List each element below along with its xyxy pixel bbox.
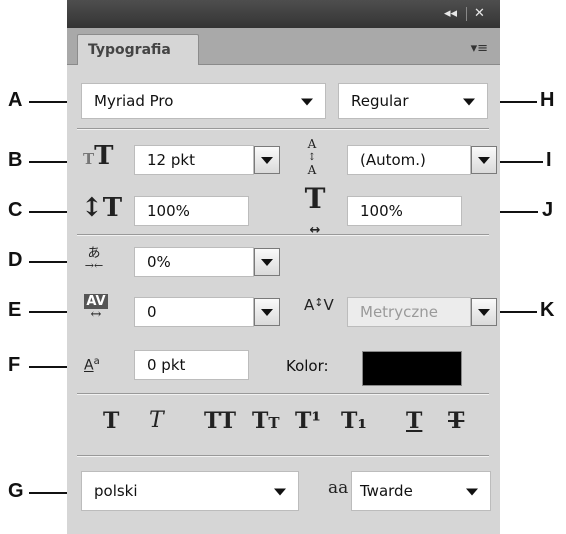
language-dropdown[interactable]: polski xyxy=(81,471,299,511)
collapse-icon[interactable]: ◂◂ xyxy=(444,6,457,21)
divider xyxy=(77,234,489,236)
baseline-shift-value: 0 pkt xyxy=(147,356,186,374)
leading-field[interactable]: (Autom.) xyxy=(347,145,471,175)
font-size-dropdown-button[interactable] xyxy=(254,146,280,174)
tsume-field[interactable]: 0% xyxy=(134,247,254,277)
color-swatch[interactable] xyxy=(362,351,462,386)
tracking-icon: AV ↔ xyxy=(84,294,108,322)
superscript-button[interactable]: T¹ xyxy=(295,408,321,434)
font-family-value: Myriad Pro xyxy=(94,92,174,110)
strikethrough-button[interactable]: T xyxy=(448,408,464,434)
kerning-dropdown-button[interactable] xyxy=(471,298,497,326)
callout-h: H xyxy=(540,89,555,111)
tab-label: Typografia xyxy=(88,42,171,58)
baseline-shift-field[interactable]: 0 pkt xyxy=(134,350,249,380)
kerning-field[interactable]: Metryczne xyxy=(347,297,471,327)
titlebar-divider xyxy=(466,7,467,21)
vertical-scale-field[interactable]: 100% xyxy=(134,196,249,226)
color-label: Kolor: xyxy=(286,357,329,375)
chevron-down-icon xyxy=(261,309,273,316)
tsume-dropdown-button[interactable] xyxy=(254,248,280,276)
leading-dropdown-button[interactable] xyxy=(471,146,497,174)
font-family-dropdown[interactable]: Myriad Pro xyxy=(81,83,326,119)
font-size-value: 12 pkt xyxy=(147,151,195,169)
faux-italic-button[interactable]: T xyxy=(149,408,164,433)
language-value: polski xyxy=(94,482,138,500)
callout-c: C xyxy=(8,199,23,221)
font-style-dropdown[interactable]: Regular xyxy=(338,83,488,119)
tsume-value: 0% xyxy=(147,253,171,271)
callout-f: F xyxy=(8,354,21,376)
tsume-icon: あ →← xyxy=(84,246,104,272)
horizontal-scale-value: 100% xyxy=(360,202,403,220)
panel-menu-icon[interactable]: ▾≡ xyxy=(471,41,488,56)
horizontal-scale-field[interactable]: 100% xyxy=(347,196,462,226)
subscript-button[interactable]: T₁ xyxy=(341,408,367,434)
small-caps-button[interactable]: TT xyxy=(252,408,280,434)
baseline-shift-icon: Aa xyxy=(84,356,100,374)
tracking-dropdown-button[interactable] xyxy=(254,298,280,326)
chevron-down-icon xyxy=(478,309,490,316)
callout-g: G xyxy=(8,480,24,502)
callout-k: K xyxy=(540,299,555,321)
chevron-down-icon xyxy=(274,488,286,496)
callout-line-i xyxy=(497,161,543,163)
tab-bar: Typografia ▾≡ xyxy=(67,28,500,66)
chevron-down-icon xyxy=(261,157,273,164)
all-caps-button[interactable]: TT xyxy=(204,408,236,434)
font-style-value: Regular xyxy=(351,92,409,110)
chevron-down-icon xyxy=(478,157,490,164)
kerning-icon: A↕V xyxy=(304,296,334,314)
divider xyxy=(77,455,489,457)
callout-d: D xyxy=(8,249,23,271)
close-icon[interactable]: ✕ xyxy=(474,6,485,21)
leading-value: (Autom.) xyxy=(360,151,426,169)
antialias-icon: aa xyxy=(328,478,349,498)
tracking-value: 0 xyxy=(147,303,157,321)
divider xyxy=(77,128,489,130)
kerning-value: Metryczne xyxy=(360,303,438,321)
antialias-dropdown[interactable]: Twarde xyxy=(351,471,491,511)
vertical-scale-value: 100% xyxy=(147,202,190,220)
callout-b: B xyxy=(8,149,23,171)
panel-titlebar: ◂◂ ✕ xyxy=(67,0,500,28)
font-size-field[interactable]: 12 pkt xyxy=(134,145,254,175)
callout-a: A xyxy=(8,89,23,111)
callout-e: E xyxy=(8,299,22,321)
antialias-value: Twarde xyxy=(360,482,413,500)
tracking-field[interactable]: 0 xyxy=(134,297,254,327)
faux-bold-button[interactable]: T xyxy=(103,408,119,434)
tab-typografia[interactable]: Typografia xyxy=(77,34,199,66)
callout-j: J xyxy=(542,199,554,221)
vertical-scale-icon: ↕T xyxy=(81,193,123,223)
chevron-down-icon xyxy=(463,98,475,106)
font-size-icon: TT xyxy=(83,141,114,171)
chevron-down-icon xyxy=(301,98,313,106)
callout-i: I xyxy=(546,149,552,171)
character-panel: ◂◂ ✕ Typografia ▾≡ Myriad Pro Regular TT… xyxy=(67,0,500,534)
callout-line-k xyxy=(497,311,537,313)
leading-icon: A ↕ A xyxy=(307,137,317,177)
underline-button[interactable]: T xyxy=(406,408,422,434)
divider xyxy=(77,393,489,395)
chevron-down-icon xyxy=(261,259,273,266)
chevron-down-icon xyxy=(466,488,478,496)
